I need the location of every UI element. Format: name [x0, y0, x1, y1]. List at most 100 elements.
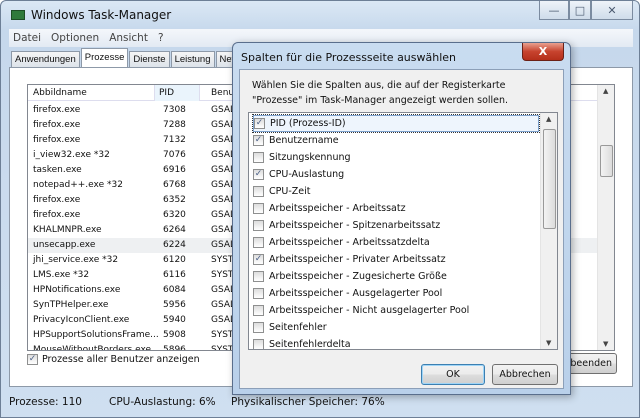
checkbox-icon[interactable] [253, 339, 264, 349]
column-option-label: Sitzungskennung [269, 152, 351, 163]
scroll-down-icon[interactable]: ▼ [603, 340, 608, 348]
column-pid[interactable]: PID [154, 85, 200, 101]
close-button[interactable]: ✕ [591, 1, 633, 20]
process-name: HPSupportSolutionsFrame... [33, 330, 159, 340]
cancel-button[interactable]: Abbrechen [492, 364, 558, 385]
column-option[interactable]: Arbeitsspeicher - Zugesicherte Größe [253, 268, 539, 285]
process-pid: 5956 [163, 300, 186, 310]
dialog-body: Wählen Sie die Spalten aus, die auf der … [239, 69, 564, 389]
column-list: ✓ PID (Prozess-ID) ✓ Benutzername Sitzungske… [248, 112, 558, 350]
minimize-button[interactable]: — [539, 1, 569, 20]
column-option-label: CPU-Zeit [269, 186, 311, 197]
checkbox-icon[interactable] [253, 305, 264, 316]
menu-help[interactable]: ? [158, 32, 164, 44]
checkbox-icon[interactable] [253, 186, 264, 197]
column-option-label: Arbeitsspeicher - Nicht ausgelagerter Po… [269, 305, 470, 316]
tab-leistung[interactable]: Leistung [170, 51, 215, 67]
process-name: tasken.exe [33, 165, 82, 175]
scroll-up-icon[interactable]: ▲ [603, 87, 608, 95]
process-name: LMS.exe *32 [33, 270, 90, 280]
tab-prozesse[interactable]: Prozesse [80, 48, 129, 67]
column-option[interactable]: Arbeitsspeicher - Nicht ausgelagerter Po… [253, 302, 539, 319]
process-list-scrollbar[interactable]: ▲ ▼ [597, 85, 614, 350]
scroll-up-icon[interactable]: ▲ [546, 115, 551, 123]
process-user: SYST [211, 330, 234, 340]
column-option-label: Benutzername [269, 135, 339, 146]
column-option-label: Arbeitsspeicher - Privater Arbeitssatz [269, 254, 446, 265]
scrollbar-thumb[interactable] [543, 129, 556, 229]
column-abbildname[interactable]: Abbildname [33, 88, 87, 98]
checkbox-icon[interactable] [253, 288, 264, 299]
status-bar: Prozesse: 110 CPU-Auslastung: 6% Physika… [9, 393, 633, 413]
show-all-users-label: Prozesse aller Benutzer anzeigen [42, 354, 200, 365]
column-list-scrollbar[interactable]: ▲ ▼ [540, 113, 557, 349]
dialog-description: Wählen Sie die Spalten aus, die auf der … [252, 80, 509, 106]
process-pid: 6084 [163, 285, 186, 295]
process-pid: 6264 [163, 225, 186, 235]
checkbox-icon[interactable] [253, 322, 264, 333]
menu-datei[interactable]: Datei [13, 32, 41, 44]
column-option-label: Arbeitsspeicher - Zugesicherte Größe [269, 271, 447, 282]
column-option[interactable]: Arbeitsspeicher - Spitzenarbeitssatz [253, 217, 539, 234]
column-option[interactable]: ✓ PID (Prozess-ID) [252, 114, 540, 133]
column-option[interactable]: Seitenfehlerdelta [253, 336, 539, 350]
checkbox-icon[interactable]: ✓ [254, 118, 265, 129]
scroll-down-icon[interactable]: ▼ [546, 339, 551, 347]
process-name: firefox.exe [33, 210, 81, 220]
process-name: jhi_service.exe *32 [33, 255, 119, 265]
menu-optionen[interactable]: Optionen [51, 32, 99, 44]
checkbox-icon[interactable]: ✓ [253, 135, 264, 146]
process-pid: 7076 [163, 150, 186, 160]
task-manager-icon [11, 10, 25, 20]
ok-button[interactable]: OK [421, 364, 485, 385]
process-pid: 6352 [163, 195, 186, 205]
column-option[interactable]: CPU-Zeit [253, 183, 539, 200]
process-pid: 5896 [163, 345, 186, 351]
checkbox-icon[interactable]: ✓ [27, 354, 38, 365]
checkbox-icon[interactable] [253, 220, 264, 231]
process-pid: 5908 [163, 330, 186, 340]
end-process-button[interactable]: beenden [563, 353, 617, 374]
column-option-label: Arbeitsspeicher - Spitzenarbeitssatz [269, 220, 441, 231]
status-memory: Physikalischer Speicher: 76% [231, 396, 385, 408]
tab-bar: Anwendungen Prozesse Dienste Leistung Ne… [11, 48, 244, 67]
scrollbar-thumb[interactable] [600, 145, 613, 177]
checkbox-icon[interactable] [253, 237, 264, 248]
checkbox-icon[interactable] [253, 203, 264, 214]
process-name: SynTPHelper.exe [33, 300, 109, 310]
process-name: i_view32.exe *32 [33, 150, 110, 160]
process-user: SYST [211, 270, 234, 280]
process-pid: 6116 [163, 270, 186, 280]
column-option[interactable]: Arbeitsspeicher - Ausgelagerter Pool [253, 285, 539, 302]
checkbox-icon[interactable] [253, 152, 264, 163]
column-option-label: Seitenfehlerdelta [269, 339, 351, 350]
column-option[interactable]: Arbeitsspeicher - Arbeitssatz [253, 200, 539, 217]
column-option[interactable]: ✓ Arbeitsspeicher - Privater Arbeitssatz [253, 251, 539, 268]
process-name: HPNotifications.exe [33, 285, 121, 295]
process-pid: 7288 [163, 120, 186, 130]
maximize-button[interactable]: □ [569, 1, 591, 20]
column-option[interactable]: Arbeitsspeicher - Arbeitssatzdelta [253, 234, 539, 251]
checkbox-icon[interactable]: ✓ [253, 169, 264, 180]
process-name: notepad++.exe *32 [33, 180, 123, 190]
process-name: PrivacyIconClient.exe [33, 315, 130, 325]
column-option[interactable]: ✓ CPU-Auslastung [253, 166, 539, 183]
checkbox-icon[interactable]: ✓ [253, 254, 264, 265]
status-cpu: CPU-Auslastung: 6% [109, 396, 216, 408]
column-option-label: PID (Prozess-ID) [270, 118, 346, 129]
tab-dienste[interactable]: Dienste [129, 51, 170, 67]
column-option[interactable]: Seitenfehler [253, 319, 539, 336]
process-name: unsecapp.exe [33, 240, 96, 250]
process-pid: 7132 [163, 135, 186, 145]
process-user: SYST [211, 345, 234, 351]
process-pid: 6320 [163, 210, 186, 220]
show-all-users-checkbox[interactable]: ✓ Prozesse aller Benutzer anzeigen [27, 354, 200, 365]
process-name: firefox.exe [33, 135, 81, 145]
process-pid: 6120 [163, 255, 186, 265]
tab-anwendungen[interactable]: Anwendungen [11, 51, 80, 67]
column-option[interactable]: ✓ Benutzername [253, 132, 539, 149]
menu-ansicht[interactable]: Ansicht [109, 32, 148, 44]
column-option[interactable]: Sitzungskennung [253, 149, 539, 166]
checkbox-icon[interactable] [253, 271, 264, 282]
dialog-close-button[interactable]: X [522, 43, 564, 61]
